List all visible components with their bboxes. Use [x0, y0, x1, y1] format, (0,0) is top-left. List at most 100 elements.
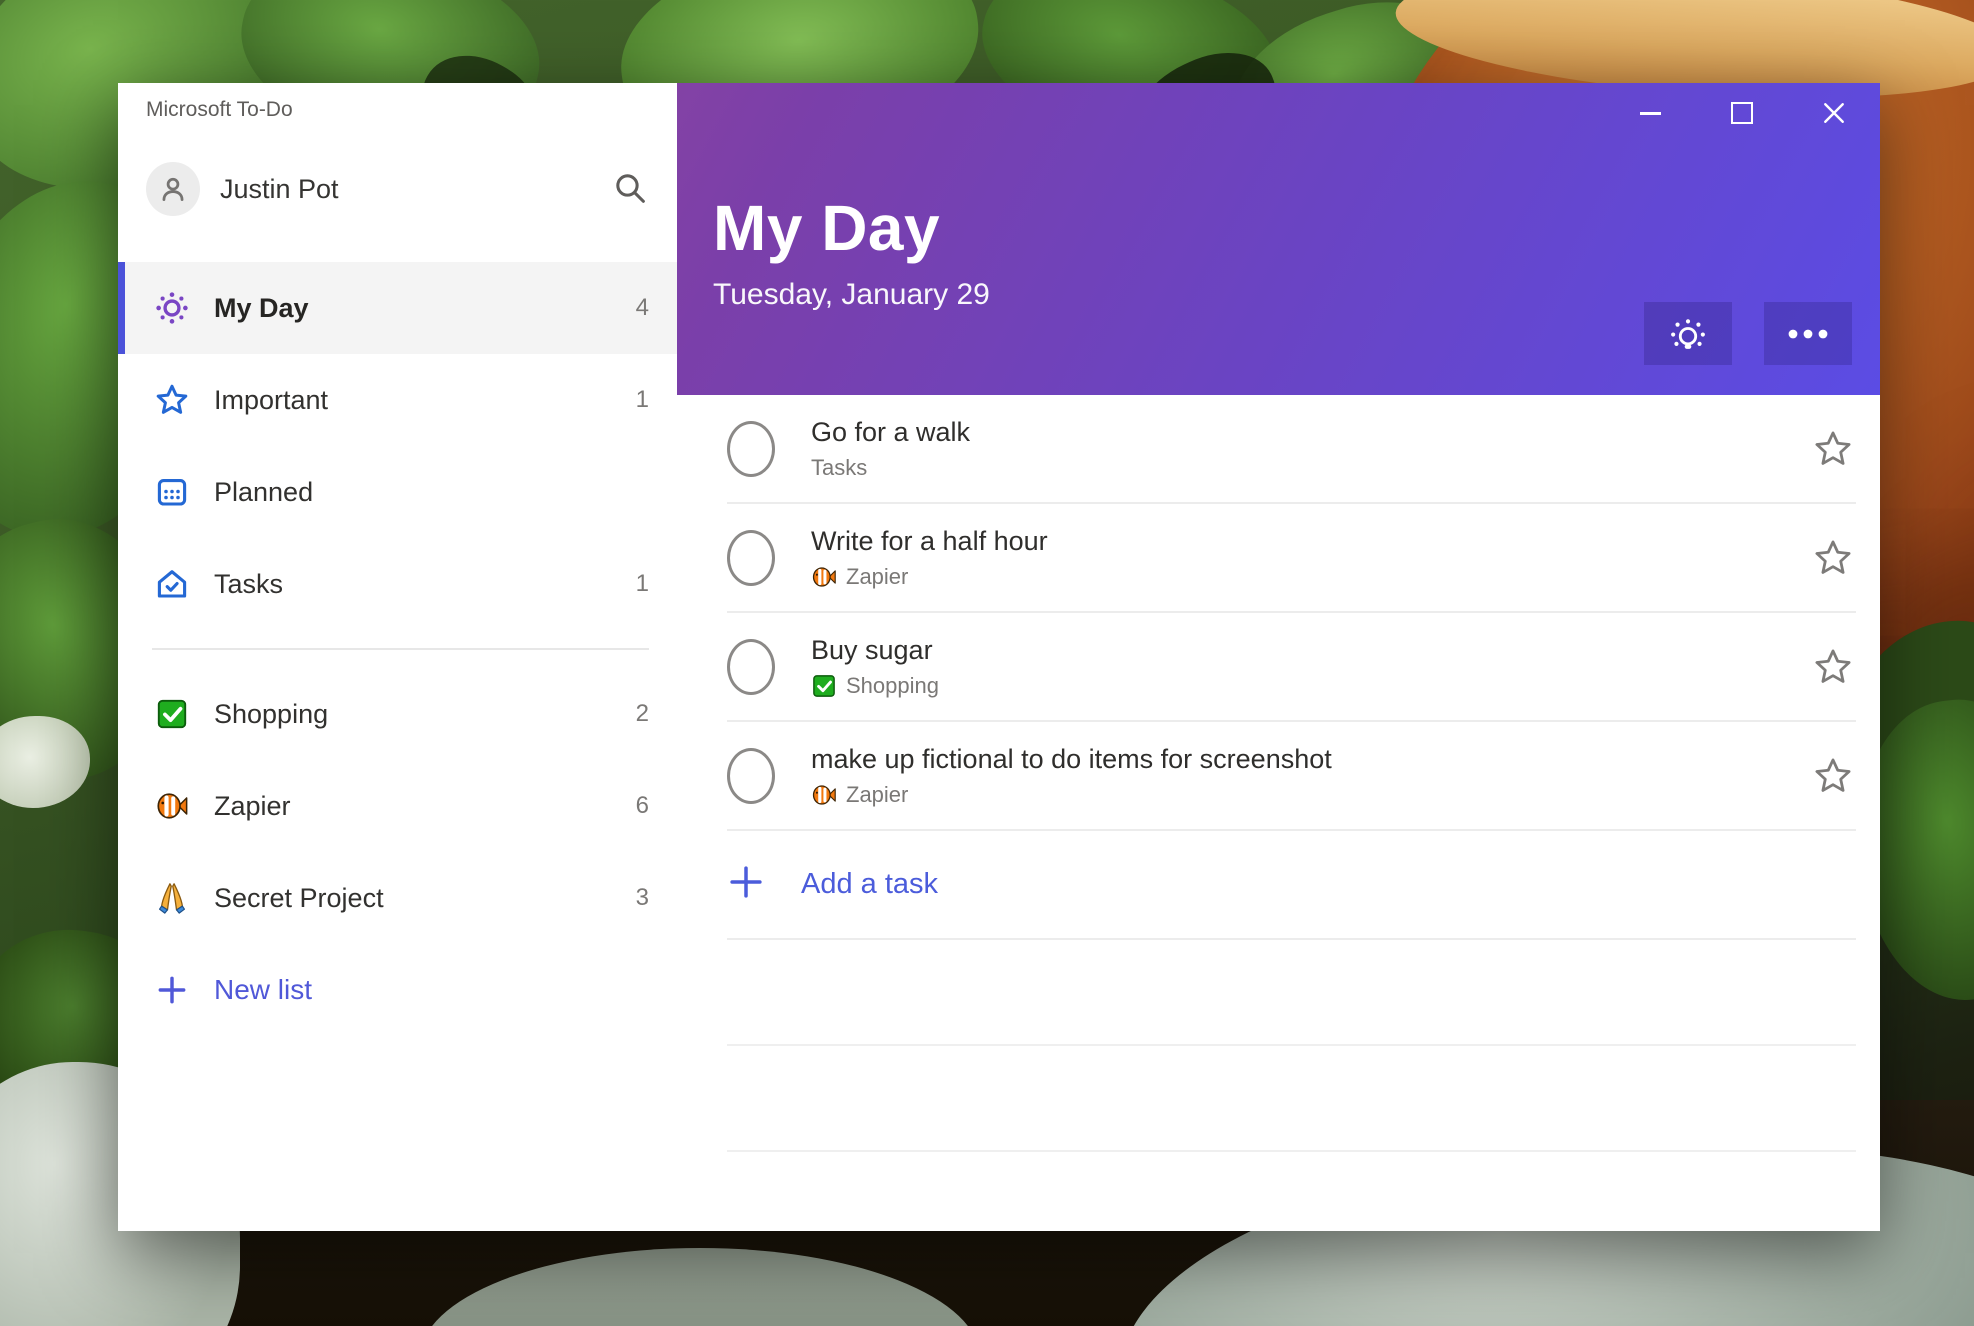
- sidebar-nav: My Day 4 Important 1 Planned Tasks 1 Sho…: [118, 262, 677, 1036]
- task-complete-circle[interactable]: [727, 747, 775, 804]
- add-task-button[interactable]: Add a task: [727, 831, 1856, 940]
- task-row[interactable]: make up fictional to do items for screen…: [727, 722, 1856, 831]
- sidebar-list-count: 2: [635, 700, 649, 727]
- task-title: Go for a walk: [811, 416, 971, 447]
- task-body: make up fictional to do items for screen…: [811, 744, 1810, 808]
- sidebar-item-tasks[interactable]: Tasks 1: [118, 538, 677, 630]
- plus-icon: [727, 863, 765, 906]
- sidebar-item-planned[interactable]: Planned: [118, 446, 677, 538]
- empty-row-divider: [727, 1046, 1856, 1152]
- task-row[interactable]: Buy sugar Shopping: [727, 613, 1856, 722]
- task-list-label: Shopping: [846, 672, 939, 698]
- sidebar-item-count: 1: [635, 570, 649, 597]
- search-icon: [616, 174, 645, 203]
- task-body: Go for a walk Tasks: [811, 417, 1810, 481]
- search-button[interactable]: [607, 165, 655, 213]
- star-outline-icon: [1815, 758, 1851, 792]
- task-list-name: Zapier: [811, 782, 1810, 808]
- page-date: Tuesday, January 29: [713, 278, 990, 312]
- tropical-fish-icon: [811, 564, 837, 590]
- minimize-icon: [1639, 111, 1661, 115]
- task-list: Go for a walk Tasks Write for a half hou…: [677, 395, 1880, 1231]
- task-list-label: Zapier: [846, 781, 909, 807]
- task-list-label: Tasks: [811, 454, 868, 480]
- task-list-name: Tasks: [811, 455, 1810, 481]
- ellipsis-icon: [1788, 329, 1828, 338]
- sidebar-item-count: 4: [635, 294, 649, 321]
- window-controls: [1604, 83, 1880, 143]
- folded-hands-icon: [152, 878, 192, 918]
- person-icon: [162, 177, 184, 202]
- sidebar-list-label: Secret Project: [214, 882, 384, 913]
- task-body: Buy sugar Shopping: [811, 635, 1810, 699]
- sidebar-list-shopping[interactable]: Shopping 2: [118, 668, 677, 760]
- plus-icon: [152, 970, 192, 1010]
- tropical-fish-icon: [152, 786, 192, 826]
- sidebar-list-count: 6: [635, 792, 649, 819]
- task-star-button[interactable]: [1810, 753, 1856, 799]
- sidebar-list-secret-project[interactable]: Secret Project 3: [118, 852, 677, 944]
- sidebar-item-label: Planned: [214, 476, 314, 507]
- sidebar-item-important[interactable]: Important 1: [118, 354, 677, 446]
- star-outline-icon: [1815, 649, 1851, 683]
- maximize-icon: [1731, 102, 1753, 124]
- green-checkbox-icon: [152, 694, 192, 734]
- app-window: Microsoft To-Do Justin Pot My Day 4 Impo…: [118, 83, 1880, 1231]
- task-complete-circle[interactable]: [727, 529, 775, 586]
- main-pane: My Day Tuesday, January 29 Go for a walk…: [677, 83, 1880, 1231]
- lightbulb-icon: [1671, 318, 1705, 349]
- task-star-button[interactable]: [1810, 535, 1856, 581]
- green-checkbox-icon: [811, 673, 837, 699]
- task-star-button[interactable]: [1810, 426, 1856, 472]
- sidebar-item-label: Tasks: [214, 568, 284, 599]
- app-title: Microsoft To-Do: [146, 98, 293, 121]
- user-account-row[interactable]: Justin Pot: [146, 159, 655, 219]
- task-row[interactable]: Write for a half hour Zapier: [727, 504, 1856, 613]
- header-title-block: My Day Tuesday, January 29: [713, 192, 990, 312]
- empty-row-divider: [727, 940, 1856, 1046]
- new-list-label: New list: [214, 974, 313, 1005]
- sidebar-list-label: Zapier: [214, 790, 291, 821]
- star-icon: [152, 380, 192, 420]
- task-title: Write for a half hour: [811, 525, 1048, 556]
- calendar-icon: [152, 472, 192, 512]
- sidebar-item-label: Important: [214, 384, 329, 415]
- sidebar-item-label: My Day: [214, 292, 309, 323]
- task-complete-circle[interactable]: [727, 420, 775, 477]
- close-icon: [1824, 103, 1844, 123]
- close-button[interactable]: [1788, 83, 1880, 143]
- add-task-label: Add a task: [801, 868, 939, 900]
- user-name: Justin Pot: [220, 173, 339, 204]
- sidebar-list-zapier[interactable]: Zapier 6: [118, 760, 677, 852]
- suggestions-button[interactable]: [1644, 302, 1732, 365]
- star-outline-icon: [1815, 540, 1851, 574]
- sidebar-divider: [152, 648, 649, 650]
- tropical-fish-icon: [811, 782, 837, 808]
- task-list-name: Shopping: [811, 673, 1810, 699]
- star-outline-icon: [1815, 431, 1851, 465]
- task-title: Buy sugar: [811, 634, 933, 665]
- sidebar-item-my-day[interactable]: My Day 4: [118, 262, 677, 354]
- screenshot-stage: Microsoft To-Do Justin Pot My Day 4 Impo…: [0, 0, 1974, 1326]
- task-body: Write for a half hour Zapier: [811, 526, 1810, 590]
- maximize-button[interactable]: [1696, 83, 1788, 143]
- sidebar: Microsoft To-Do Justin Pot My Day 4 Impo…: [118, 83, 677, 1231]
- task-row[interactable]: Go for a walk Tasks: [727, 395, 1856, 504]
- home-icon: [152, 564, 192, 604]
- task-list-name: Zapier: [811, 564, 1810, 590]
- my-day-header: My Day Tuesday, January 29: [677, 83, 1880, 395]
- new-list-button[interactable]: New list: [118, 944, 677, 1036]
- sidebar-list-count: 3: [635, 884, 649, 911]
- task-complete-circle[interactable]: [727, 638, 775, 695]
- sidebar-list-label: Shopping: [214, 698, 329, 729]
- minimize-button[interactable]: [1604, 83, 1696, 143]
- avatar: [146, 162, 200, 216]
- task-star-button[interactable]: [1810, 644, 1856, 690]
- page-title: My Day: [713, 192, 941, 264]
- sun-icon: [152, 288, 192, 328]
- more-options-button[interactable]: [1764, 302, 1852, 365]
- task-title: make up fictional to do items for screen…: [811, 743, 1332, 774]
- header-actions: [1644, 302, 1852, 365]
- task-list-label: Zapier: [846, 563, 909, 589]
- sidebar-item-count: 1: [635, 386, 649, 413]
